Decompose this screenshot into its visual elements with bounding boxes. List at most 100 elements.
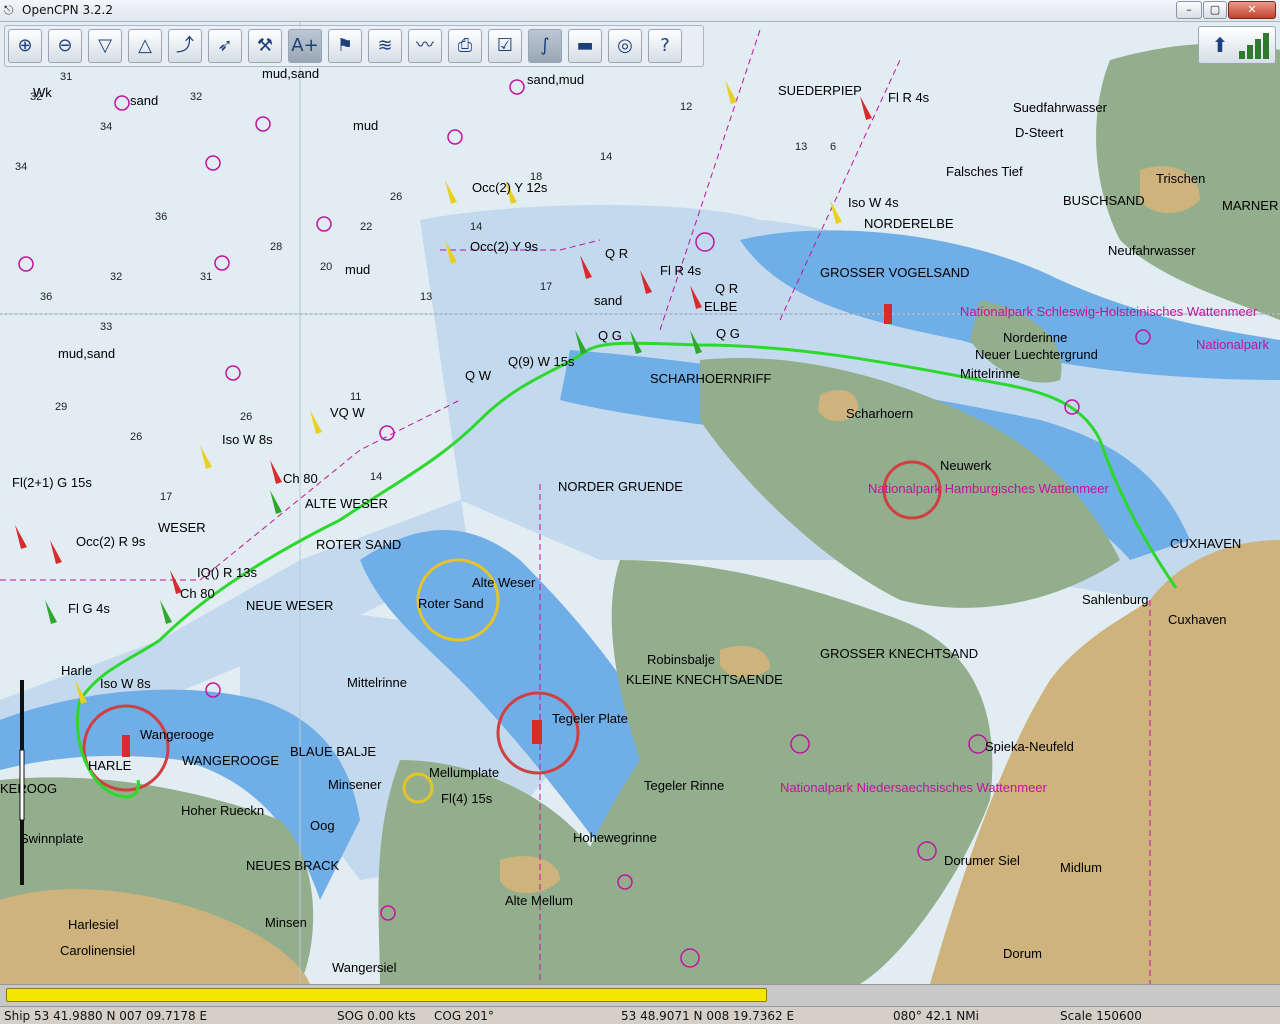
svg-text:KEROOG: KEROOG xyxy=(0,781,57,796)
chart-scale: Scale 150600 xyxy=(1060,1009,1142,1023)
svg-text:Roter Sand: Roter Sand xyxy=(418,596,484,611)
svg-text:Q G: Q G xyxy=(598,328,622,343)
color-scheme-button[interactable]: ▬ xyxy=(568,29,602,63)
svg-text:Tegeler Plate: Tegeler Plate xyxy=(552,711,628,726)
svg-text:Fl(4) 15s: Fl(4) 15s xyxy=(441,791,493,806)
svg-text:Scharhoern: Scharhoern xyxy=(846,406,913,421)
svg-text:26: 26 xyxy=(390,191,402,203)
main-toolbar: ⊕ ⊖ ▽ △ ⤴ ➶ ⚒ A+ ⚑ ≋ 〰 ⎙ ☑ ∫ ▬ ◎ ? xyxy=(4,25,704,67)
svg-text:Nationalpark Hamburgisches Wat: Nationalpark Hamburgisches Wattenmeer xyxy=(868,481,1110,496)
status-indicator-box[interactable]: ⬆ xyxy=(1198,26,1276,64)
svg-text:Ch 80: Ch 80 xyxy=(180,586,215,601)
svg-text:CUXHAVEN: CUXHAVEN xyxy=(1170,536,1241,551)
track-button[interactable]: ∫ xyxy=(528,29,562,63)
svg-text:Neufahrwasser: Neufahrwasser xyxy=(1108,243,1196,258)
print-button[interactable]: ⎙ xyxy=(448,29,482,63)
zoom-out-button[interactable]: ⊖ xyxy=(48,29,82,63)
auto-follow-button[interactable]: ➶ xyxy=(208,29,242,63)
svg-text:32: 32 xyxy=(110,271,122,283)
maximize-button[interactable]: ▢ xyxy=(1203,1,1227,19)
progress-bar xyxy=(0,984,1280,1006)
svg-text:IQ() R 13s: IQ() R 13s xyxy=(197,565,257,580)
svg-text:17: 17 xyxy=(160,491,172,503)
zoom-in-button[interactable]: ⊕ xyxy=(8,29,42,63)
tide-button[interactable]: ≋ xyxy=(368,29,402,63)
settings-button[interactable]: ⚒ xyxy=(248,29,282,63)
svg-text:Harle: Harle xyxy=(61,663,92,678)
svg-text:14: 14 xyxy=(600,151,612,163)
current-button[interactable]: ⚑ xyxy=(328,29,362,63)
svg-text:Robinsbalje: Robinsbalje xyxy=(647,652,715,667)
svg-text:Mellumplate: Mellumplate xyxy=(429,765,499,780)
svg-text:Sahlenburg: Sahlenburg xyxy=(1082,592,1149,607)
svg-text:Oog: Oog xyxy=(310,818,335,833)
svg-text:Wangersiel: Wangersiel xyxy=(332,960,397,975)
svg-text:Dorumer Siel: Dorumer Siel xyxy=(944,853,1020,868)
svg-text:Q R: Q R xyxy=(715,281,738,296)
svg-text:KLEINE KNECHTSAENDE: KLEINE KNECHTSAENDE xyxy=(626,672,783,687)
chart-canvas[interactable]: 32 31 32 34 34 36 32 31 36 33 28 20 22 26 14 18 … xyxy=(0,22,1280,1006)
svg-text:6: 6 xyxy=(830,141,836,153)
svg-text:34: 34 xyxy=(100,121,112,133)
svg-text:Mittelrinne: Mittelrinne xyxy=(960,366,1020,381)
svg-text:Iso W 4s: Iso W 4s xyxy=(848,195,899,210)
svg-text:17: 17 xyxy=(540,281,552,293)
svg-text:Nationalpark: Nationalpark xyxy=(1196,337,1269,352)
svg-text:22: 22 xyxy=(360,221,372,233)
svg-text:NORDER GRUENDE: NORDER GRUENDE xyxy=(558,479,683,494)
svg-text:NORDERELBE: NORDERELBE xyxy=(864,216,954,231)
svg-text:GROSSER VOGELSAND: GROSSER VOGELSAND xyxy=(820,265,970,280)
title-bar: ⎋ OpenCPN 3.2.2 – ▢ ✕ xyxy=(0,0,1280,22)
svg-text:Alte Mellum: Alte Mellum xyxy=(505,893,573,908)
scale-out-button[interactable]: △ xyxy=(128,29,162,63)
svg-text:Occ(2) R 9s: Occ(2) R 9s xyxy=(76,534,146,549)
window-title: OpenCPN 3.2.2 xyxy=(22,3,113,17)
svg-text:Occ(2) Y 9s: Occ(2) Y 9s xyxy=(470,239,539,254)
svg-text:31: 31 xyxy=(200,271,212,283)
svg-text:Nationalpark Schleswig-Holstei: Nationalpark Schleswig-Holsteinisches Wa… xyxy=(960,304,1258,319)
mob-button[interactable]: ◎ xyxy=(608,29,642,63)
svg-text:Neuwerk: Neuwerk xyxy=(940,458,992,473)
chart-info-button[interactable]: 〰 xyxy=(408,29,442,63)
svg-text:D-Steert: D-Steert xyxy=(1015,125,1064,140)
nautical-chart[interactable]: 3231 3234 3436 32 31 3633 2820 2226 1418 … xyxy=(0,22,1280,1006)
svg-text:14: 14 xyxy=(370,471,382,483)
svg-text:Cuxhaven: Cuxhaven xyxy=(1168,612,1227,627)
svg-text:ELBE: ELBE xyxy=(704,299,738,314)
close-button[interactable]: ✕ xyxy=(1228,1,1276,19)
help-button[interactable]: ? xyxy=(648,29,682,63)
compass-icon[interactable]: ⬆ xyxy=(1207,31,1233,59)
svg-text:Carolinensiel: Carolinensiel xyxy=(60,943,135,958)
svg-text:Q G: Q G xyxy=(716,326,740,341)
svg-text:11: 11 xyxy=(350,391,361,403)
svg-text:20: 20 xyxy=(320,261,332,273)
svg-text:Swinnplate: Swinnplate xyxy=(20,831,84,846)
create-route-button[interactable]: ⤴ xyxy=(168,29,202,63)
svg-text:Q(9) W 15s: Q(9) W 15s xyxy=(508,354,575,369)
svg-text:Hohewegrinne: Hohewegrinne xyxy=(573,830,657,845)
course-over-ground: COG 201° xyxy=(434,1009,494,1023)
speed-over-ground: SOG 0.00 kts xyxy=(337,1009,416,1023)
scale-in-button[interactable]: ▽ xyxy=(88,29,122,63)
text-toggle-button[interactable]: A+ xyxy=(288,29,322,63)
svg-text:Alte Weser: Alte Weser xyxy=(472,575,536,590)
svg-text:BLAUE BALJE: BLAUE BALJE xyxy=(290,744,376,759)
svg-text:sand: sand xyxy=(594,293,622,308)
svg-text:VQ W: VQ W xyxy=(330,405,365,420)
route-manager-button[interactable]: ☑ xyxy=(488,29,522,63)
svg-text:mud: mud xyxy=(353,118,378,133)
svg-text:Neuer Luechtergrund: Neuer Luechtergrund xyxy=(975,347,1098,362)
svg-text:Dorum: Dorum xyxy=(1003,946,1042,961)
svg-text:Nationalpark Niedersaechsische: Nationalpark Niedersaechsisches Wattenme… xyxy=(780,780,1048,795)
svg-text:13: 13 xyxy=(420,291,432,303)
svg-text:ALTE WESER: ALTE WESER xyxy=(305,496,388,511)
svg-text:34: 34 xyxy=(15,161,27,173)
opencpn-app-icon: ⎋ xyxy=(4,3,14,17)
svg-text:Q R: Q R xyxy=(605,246,628,261)
bearing-distance: 080° 42.1 NMi xyxy=(893,1009,979,1023)
svg-text:Minsener: Minsener xyxy=(328,777,382,792)
minimize-button[interactable]: – xyxy=(1176,1,1202,19)
svg-text:Spieka-Neufeld: Spieka-Neufeld xyxy=(985,739,1074,754)
svg-text:26: 26 xyxy=(130,431,142,443)
svg-text:Suedfahrwasser: Suedfahrwasser xyxy=(1013,100,1108,115)
